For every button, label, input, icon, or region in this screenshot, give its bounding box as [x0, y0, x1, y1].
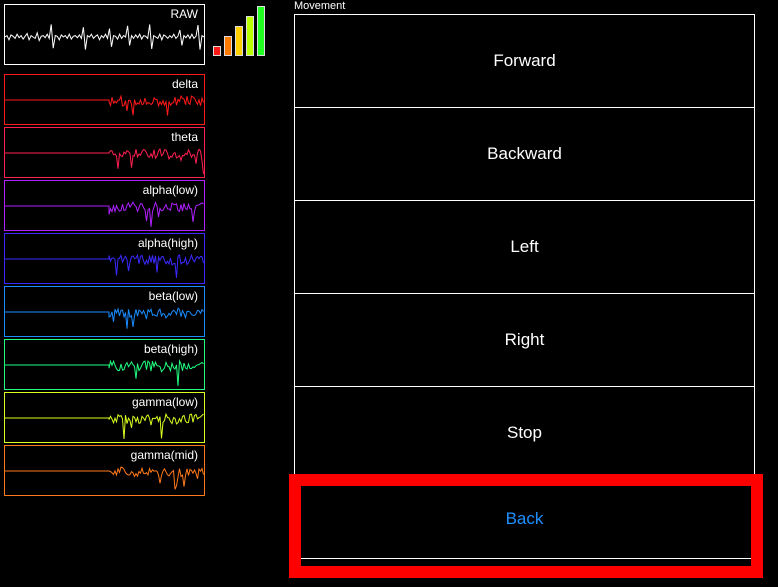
band-panel-delta: delta: [4, 74, 205, 125]
band-label-alpha-low: alpha(low): [142, 183, 198, 197]
raw-label: RAW: [170, 7, 198, 21]
movement-title: Movement: [294, 0, 346, 12]
left-button[interactable]: Left: [294, 200, 755, 294]
theta-line: [5, 147, 204, 175]
band-panel-gamma-low: gamma(low): [4, 392, 205, 443]
band-label-alpha-high: alpha(high): [137, 236, 198, 250]
stop-button[interactable]: Stop: [294, 386, 755, 480]
bci-dashboard: RAW delta theta alpha(low) alpha(high) b…: [0, 0, 778, 587]
beta-high-line: [5, 359, 204, 386]
backward-button[interactable]: Backward: [294, 107, 755, 201]
signal-bar-3: [235, 26, 243, 56]
selection-highlight: [289, 474, 763, 578]
right-button[interactable]: Right: [294, 293, 755, 387]
gamma-mid-line: [5, 466, 204, 490]
signal-bar-4: [246, 16, 254, 56]
signal-bar-1: [213, 46, 221, 56]
alpha-high-line: [5, 253, 204, 278]
band-panel-gamma-mid: gamma(mid): [4, 445, 205, 496]
gamma-low-line: [5, 412, 204, 440]
delta-line: [5, 94, 204, 116]
band-label-beta-low: beta(low): [148, 289, 198, 303]
band-label-delta: delta: [171, 77, 198, 91]
raw-signal-line: [5, 24, 204, 50]
alpha-low-line: [5, 201, 204, 227]
beta-low-line: [5, 307, 204, 329]
band-label-gamma-mid: gamma(mid): [130, 448, 198, 462]
signal-strength-meter: [213, 4, 267, 56]
signal-bar-5: [257, 6, 265, 56]
raw-signal-panel: RAW: [4, 4, 205, 65]
band-label-gamma-low: gamma(low): [131, 395, 198, 409]
band-panel-theta: theta: [4, 127, 205, 178]
forward-button[interactable]: Forward: [294, 14, 755, 108]
signal-bar-2: [224, 36, 232, 56]
band-label-theta: theta: [171, 130, 198, 144]
band-panel-beta-low: beta(low): [4, 286, 205, 337]
band-panel-alpha-low: alpha(low): [4, 180, 205, 231]
band-label-beta-high: beta(high): [143, 342, 198, 356]
band-panel-alpha-high: alpha(high): [4, 233, 205, 284]
band-panel-beta-high: beta(high): [4, 339, 205, 390]
